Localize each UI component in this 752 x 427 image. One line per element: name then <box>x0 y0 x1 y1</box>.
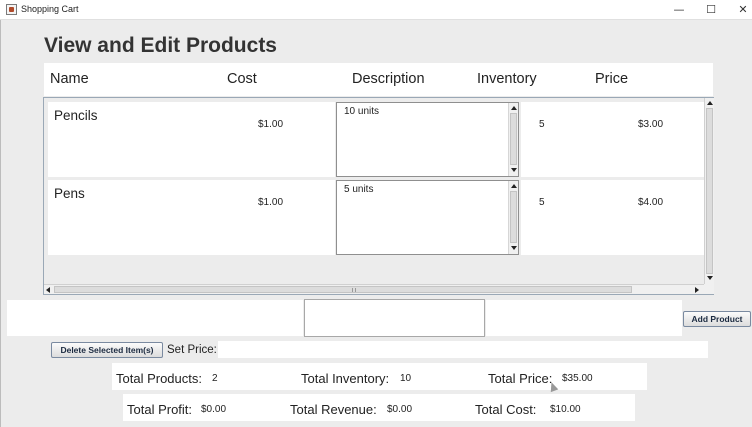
scroll-thumb[interactable] <box>706 108 713 274</box>
scroll-thumb[interactable] <box>54 286 632 293</box>
close-icon[interactable]: ✕ <box>729 2 752 18</box>
product-inventory: 5 <box>539 197 545 208</box>
column-header-price: Price <box>595 71 629 87</box>
total-revenue-label: Total Revenue: <box>290 402 377 417</box>
scroll-right-arrow-icon[interactable] <box>695 287 699 293</box>
scroll-down-arrow-icon[interactable] <box>707 276 713 280</box>
new-product-name-field[interactable] <box>7 300 303 336</box>
product-row-pens[interactable]: Pens $1.00 <box>48 180 335 255</box>
total-profit-label: Total Profit: <box>127 402 193 417</box>
column-header-name: Name <box>50 71 89 87</box>
scroll-down-arrow-icon[interactable] <box>511 168 517 172</box>
set-price-input[interactable] <box>218 341 708 358</box>
total-products-label: Total Products: <box>116 371 202 386</box>
product-cost: $1.00 <box>258 119 284 130</box>
total-profit-value: $0.00 <box>201 404 227 415</box>
total-price-value: $35.00 <box>562 373 593 384</box>
table-vertical-scrollbar[interactable] <box>704 98 714 284</box>
product-row-pencils-right[interactable]: 5 $3.00 <box>521 102 704 177</box>
total-cost-value: $10.00 <box>550 404 581 415</box>
scroll-up-arrow-icon[interactable] <box>511 184 517 188</box>
minimize-icon[interactable]: — <box>665 2 693 18</box>
scroll-grip-icon <box>352 288 356 292</box>
table-horizontal-scrollbar[interactable] <box>44 284 704 294</box>
java-app-icon <box>6 4 17 15</box>
product-row-pencils[interactable]: Pencils $1.00 <box>48 102 335 177</box>
scroll-left-arrow-icon[interactable] <box>46 287 50 293</box>
scroll-corner <box>704 284 714 294</box>
description-scrollbar[interactable] <box>508 103 518 176</box>
total-revenue-value: $0.00 <box>387 404 413 415</box>
set-price-label: Set Price: <box>167 344 217 356</box>
product-cost: $1.00 <box>258 197 284 208</box>
total-price-label: Total Price: <box>488 371 553 386</box>
totals-panel-top: Total Products: 2 Total Inventory: 10 To… <box>112 363 647 390</box>
new-product-description-field[interactable] <box>304 299 485 337</box>
product-row-pens-right[interactable]: 5 $4.00 <box>521 180 704 255</box>
maximize-icon[interactable]: ☐ <box>697 2 725 18</box>
scroll-up-arrow-icon[interactable] <box>707 101 713 105</box>
product-inventory: 5 <box>539 119 545 130</box>
product-description: 10 units <box>344 106 380 117</box>
delete-selected-button[interactable]: Delete Selected Item(s) <box>51 342 163 358</box>
scroll-thumb[interactable] <box>510 113 517 165</box>
scroll-thumb[interactable] <box>510 191 517 243</box>
totals-panel-bottom: Total Profit: $0.00 Total Revenue: $0.00… <box>123 394 635 421</box>
column-header-inventory: Inventory <box>477 71 537 87</box>
table-header: Name Cost Description Inventory Price <box>44 63 713 96</box>
window-border <box>0 20 1 427</box>
total-cost-label: Total Cost: <box>475 402 537 417</box>
column-header-cost: Cost <box>227 71 257 87</box>
window-title: Shopping Cart <box>21 4 79 14</box>
product-price: $3.00 <box>638 119 664 130</box>
total-inventory-value: 10 <box>400 373 412 384</box>
total-inventory-label: Total Inventory: <box>301 371 390 386</box>
description-scrollbar[interactable] <box>508 181 518 254</box>
column-header-description: Description <box>352 71 425 87</box>
total-products-value: 2 <box>212 373 218 384</box>
scroll-up-arrow-icon[interactable] <box>511 106 517 110</box>
page-title: View and Edit Products <box>44 34 277 57</box>
product-name: Pencils <box>54 108 98 123</box>
product-name: Pens <box>54 186 85 201</box>
description-textarea[interactable]: 10 units <box>336 102 519 177</box>
product-description: 5 units <box>344 184 374 195</box>
add-product-button[interactable]: Add Product <box>683 311 751 327</box>
description-textarea[interactable]: 5 units <box>336 180 519 255</box>
product-price: $4.00 <box>638 197 664 208</box>
scroll-down-arrow-icon[interactable] <box>511 246 517 250</box>
product-list-pane[interactable]: Pencils $1.00 10 units 5 $3.00 Pens $1.0… <box>43 97 714 295</box>
new-product-cost-field[interactable] <box>486 300 682 336</box>
window-titlebar: Shopping Cart — ☐ ✕ <box>0 0 752 20</box>
